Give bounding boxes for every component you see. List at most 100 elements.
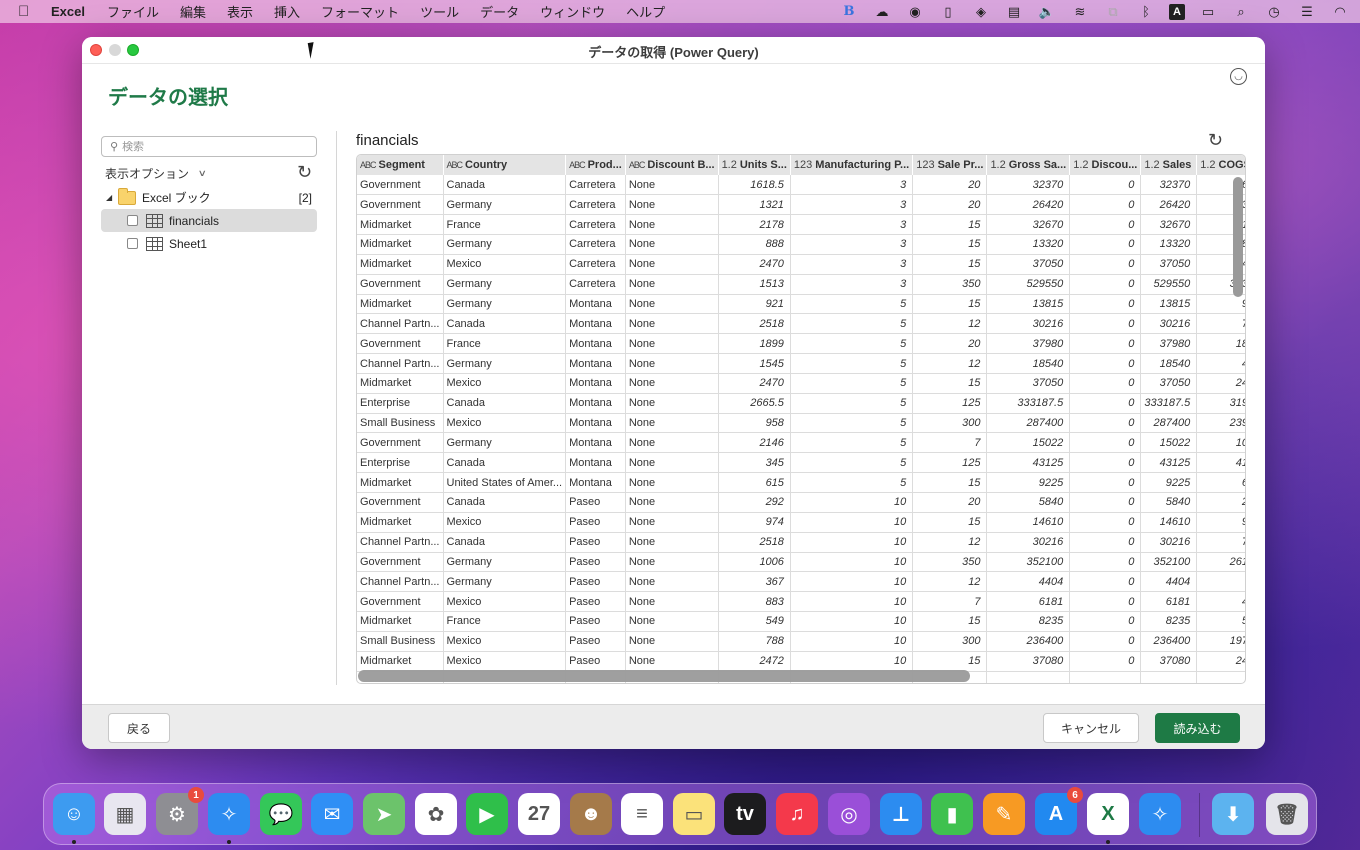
dock-safari-icon[interactable]: ✧ xyxy=(208,793,250,835)
financials-checkbox[interactable] xyxy=(127,215,138,226)
dock-app-store-icon[interactable]: A6 xyxy=(1035,787,1083,835)
dock-downloads-folder-icon[interactable]: ⬇ xyxy=(1212,793,1254,835)
smiley-feedback-icon[interactable]: ◡ xyxy=(1230,68,1247,85)
dock-messages-icon[interactable]: 💬 xyxy=(260,793,302,835)
dock-mail-icon[interactable]: ✉ xyxy=(311,793,353,835)
apple-menu-icon[interactable]:  xyxy=(18,3,34,20)
dock-contacts-icon[interactable]: ☻ xyxy=(570,793,612,835)
control-center-icon[interactable]: ☰ xyxy=(1297,4,1317,20)
dock-trash-icon[interactable]: 🗑 xyxy=(1266,793,1308,835)
table-cell: 1513 xyxy=(718,274,791,295)
navigator-search-field[interactable]: ⚲ xyxy=(101,136,317,157)
table-cell: Government xyxy=(357,591,444,613)
column-header-3[interactable]: ABC Discount B... xyxy=(625,155,719,175)
menu-app-name[interactable]: Excel xyxy=(51,4,85,19)
menu-tools[interactable]: ツール xyxy=(420,2,459,21)
creative-cloud-icon[interactable]: ☁ xyxy=(872,4,892,20)
title-bar[interactable]: データの取得 (Power Query) xyxy=(82,37,1265,64)
load-button[interactable]: 読み込む xyxy=(1155,713,1240,743)
dock-notes-icon[interactable]: ▭ xyxy=(673,793,715,835)
spotlight-icon[interactable]: ⌕ xyxy=(1231,4,1251,20)
table-cell: 10 xyxy=(790,591,914,613)
bluetooth-icon[interactable]: ᛒ xyxy=(1136,4,1156,20)
menu-format[interactable]: フォーマット xyxy=(321,2,399,21)
menu-view[interactable]: 表示 xyxy=(227,2,253,21)
tree-item-financials[interactable]: financials xyxy=(101,209,317,232)
dock-podcasts-icon[interactable]: ◎ xyxy=(828,793,870,835)
tree-root-excel-workbook[interactable]: ◢ Excel ブック [2] xyxy=(101,186,317,209)
pane-divider[interactable] xyxy=(336,131,337,685)
table-row: Channel Partn... Germany Montana None 1545 5 1… xyxy=(357,353,1245,374)
dock-system-preferences-icon[interactable]: ⚙ 1 xyxy=(156,787,204,835)
table-cell: 6181 xyxy=(1140,591,1198,613)
dock-numbers-icon[interactable]: ▮ xyxy=(931,793,973,835)
dock-music-icon[interactable]: ♫ xyxy=(776,793,818,835)
sheet1-checkbox[interactable] xyxy=(127,238,138,249)
column-header-9[interactable]: 1.2 Sales xyxy=(1140,155,1198,175)
dock-launchpad-icon[interactable]: ▦ xyxy=(104,793,146,835)
dock-reminders-icon[interactable]: ≡ xyxy=(621,793,663,835)
siri-icon[interactable]: ◠ xyxy=(1330,4,1350,20)
table-cell: 3 xyxy=(790,214,914,236)
menu-insert[interactable]: 挿入 xyxy=(274,2,300,21)
cancel-button[interactable]: キャンセル xyxy=(1043,713,1139,743)
table-cell: 4404 xyxy=(1140,571,1198,593)
column-header-6[interactable]: 123 Sale Pr... xyxy=(912,155,988,175)
menu-data[interactable]: データ xyxy=(480,2,519,21)
preview-refresh-icon[interactable]: ↻ xyxy=(1208,130,1223,151)
table-cell xyxy=(986,671,1071,683)
dock-maps-icon[interactable]: ➤ xyxy=(363,793,405,835)
dock-pages-icon[interactable]: ✎ xyxy=(983,793,1025,835)
wifi-icon[interactable]: ≋ xyxy=(1070,4,1090,20)
table-row: Government Canada Carretera None 1618.5 3 20 32… xyxy=(357,175,1245,196)
column-header-4[interactable]: 1.2 Units S... xyxy=(718,155,791,175)
vertical-scrollbar[interactable] xyxy=(1233,177,1243,297)
column-header-8[interactable]: 1.2 Discou... xyxy=(1069,155,1142,175)
battery-icon[interactable]: ▭ xyxy=(1198,4,1218,20)
dock-calendar-icon[interactable]: 27 xyxy=(518,793,560,835)
dock-keynote-icon[interactable]: ⊥ xyxy=(880,793,922,835)
bluetooth-b-app-icon[interactable]: B xyxy=(839,4,859,20)
table-cell: 333187.5 xyxy=(1140,393,1198,414)
navigator-search-input[interactable] xyxy=(122,140,303,153)
clipboard-icon[interactable]: ▤ xyxy=(1004,4,1024,20)
navigator-refresh-icon[interactable]: ↻ xyxy=(297,162,312,183)
table-cell: 15 xyxy=(912,373,988,394)
airdrop-icon[interactable]: ◉ xyxy=(905,4,925,20)
menu-help[interactable]: ヘルプ xyxy=(626,2,665,21)
menu-edit[interactable]: 編集 xyxy=(180,2,206,21)
input-method-icon[interactable]: A xyxy=(1169,3,1185,20)
display-options-dropdown[interactable]: 表示オプション ∨ xyxy=(105,165,207,182)
back-button[interactable]: 戻る xyxy=(108,713,170,743)
table-cell: 32670 xyxy=(1140,214,1198,236)
column-header-5[interactable]: 123 Manufacturing P... xyxy=(790,155,914,175)
column-header-10[interactable]: 1.2COGS xyxy=(1196,155,1245,175)
column-header-1[interactable]: ABC Country xyxy=(443,155,567,175)
horizontal-scrollbar[interactable] xyxy=(358,670,970,682)
column-header-0[interactable]: ABC Segment xyxy=(357,155,444,175)
column-header-7[interactable]: 1.2 Gross Sa... xyxy=(986,155,1071,175)
tree-item-sheet1[interactable]: Sheet1 xyxy=(101,232,317,255)
dock-photos-icon[interactable]: ✿ xyxy=(415,793,457,835)
menu-window[interactable]: ウィンドウ xyxy=(540,2,605,21)
volume-icon[interactable]: 🔈 xyxy=(1037,4,1057,20)
dock-safari-remote-icon[interactable]: ✧ xyxy=(1139,793,1181,835)
dock-apple-tv-icon[interactable]: tv xyxy=(724,793,766,835)
layers-icon[interactable]: ◈ xyxy=(971,4,991,20)
dock-excel-icon[interactable]: X xyxy=(1087,793,1129,835)
script-icon[interactable]: ▯ xyxy=(938,4,958,20)
table-cell: None xyxy=(625,274,719,295)
column-header-2[interactable]: ABC Prod... xyxy=(565,155,626,175)
screen-mirroring-icon[interactable]: ⧉ xyxy=(1103,4,1123,20)
table-cell: 3 xyxy=(790,234,914,255)
menu-file[interactable]: ファイル xyxy=(107,2,159,21)
expand-triangle-icon[interactable]: ◢ xyxy=(106,193,118,202)
dock-facetime-icon[interactable]: ▶ xyxy=(466,793,508,835)
app-store-glyph: A xyxy=(1048,802,1064,825)
dock-finder-icon[interactable]: ☺ xyxy=(53,793,95,835)
table-cell: 32370 xyxy=(1140,175,1198,196)
table-cell: Midmarket xyxy=(357,373,444,394)
table-cell: 3 xyxy=(790,175,914,196)
time-machine-icon[interactable]: ◷ xyxy=(1264,4,1284,20)
tree-item-label: Sheet1 xyxy=(169,236,208,251)
